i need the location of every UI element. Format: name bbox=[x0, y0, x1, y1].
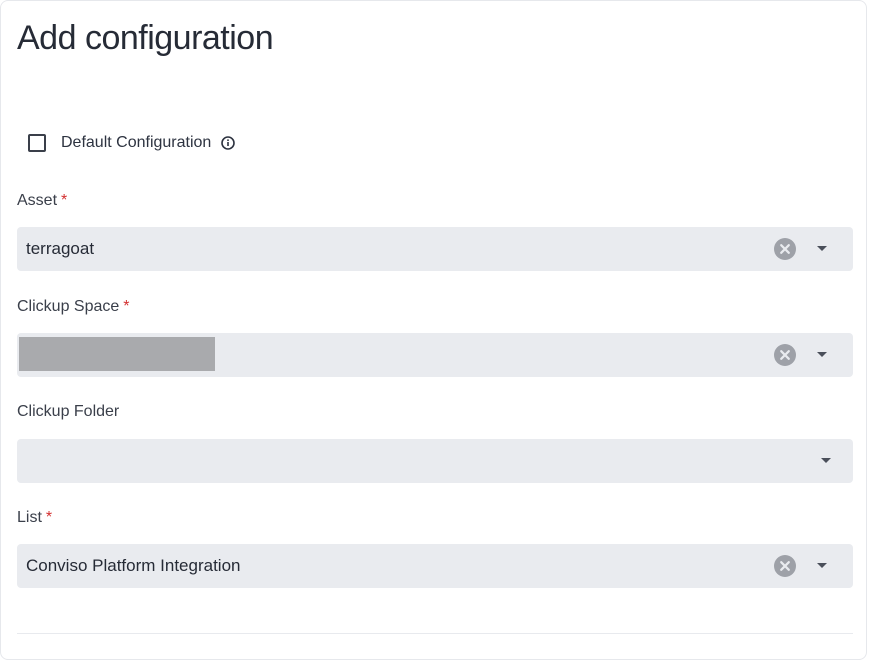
asset-label: Asset * bbox=[17, 192, 67, 210]
chevron-down-icon[interactable] bbox=[817, 352, 827, 357]
clickup-folder-label: Clickup Folder bbox=[17, 403, 119, 421]
asset-label-text: Asset bbox=[17, 192, 58, 209]
clear-circle-icon[interactable] bbox=[774, 238, 796, 260]
clickup-space-label: Clickup Space * bbox=[17, 298, 130, 316]
default-configuration-row: Default Configuration bbox=[28, 134, 236, 152]
info-circle-icon[interactable] bbox=[221, 136, 236, 150]
list-select[interactable]: Conviso Platform Integration bbox=[17, 544, 853, 588]
add-configuration-dialog: Add configuration Default Configuration … bbox=[0, 0, 867, 660]
required-marker: * bbox=[123, 298, 130, 315]
dialog-title: Add configuration bbox=[17, 19, 274, 57]
asset-select-value: terragoat bbox=[26, 239, 95, 258]
clear-circle-icon[interactable] bbox=[774, 555, 796, 577]
clickup-folder-label-text: Clickup Folder bbox=[17, 403, 120, 420]
clickup-space-label-text: Clickup Space bbox=[17, 298, 120, 315]
clickup-space-select[interactable] bbox=[17, 333, 853, 377]
chevron-down-icon[interactable] bbox=[817, 246, 827, 251]
asset-select[interactable]: terragoat bbox=[17, 227, 853, 271]
list-label-text: List bbox=[17, 509, 42, 526]
default-configuration-label: Default Configuration bbox=[61, 134, 212, 151]
chevron-down-icon[interactable] bbox=[817, 563, 827, 568]
chevron-down-icon[interactable] bbox=[821, 458, 831, 463]
redacted-value bbox=[19, 337, 215, 371]
required-marker: * bbox=[61, 192, 68, 209]
list-label: List * bbox=[17, 509, 52, 527]
list-select-value: Conviso Platform Integration bbox=[26, 556, 241, 575]
required-marker: * bbox=[45, 509, 53, 526]
footer-divider bbox=[17, 633, 853, 634]
clickup-folder-select[interactable] bbox=[17, 439, 853, 483]
default-configuration-checkbox[interactable] bbox=[28, 134, 46, 152]
clear-circle-icon[interactable] bbox=[774, 344, 796, 366]
